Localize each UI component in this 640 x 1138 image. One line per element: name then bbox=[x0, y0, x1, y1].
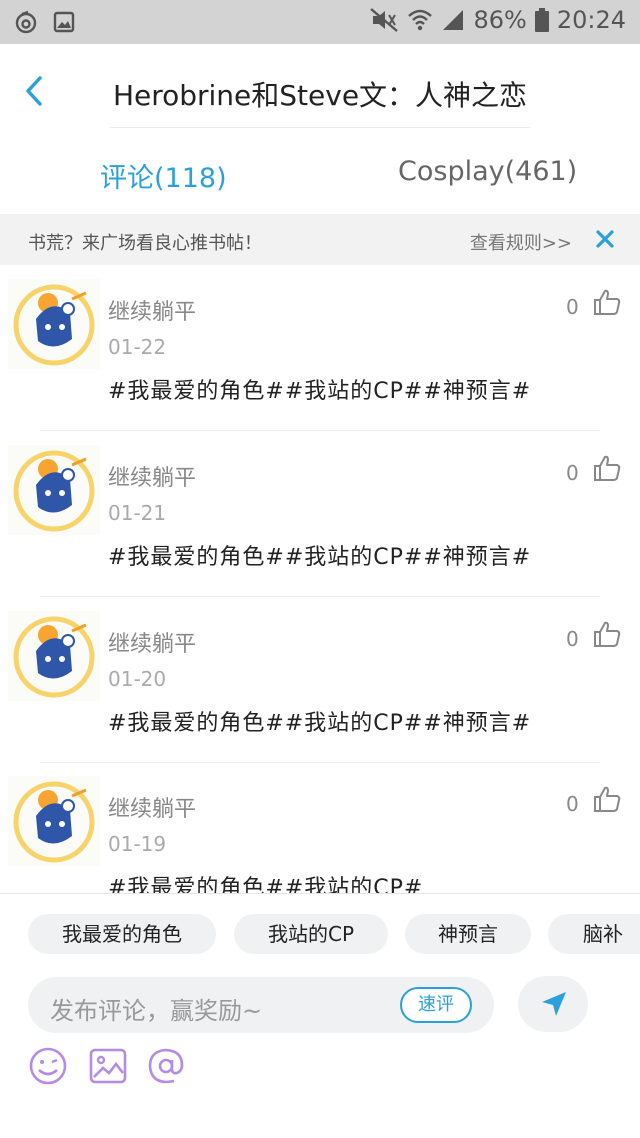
status-bar: 86% 20:24 bbox=[0, 0, 640, 44]
tab-bar: 评论(118) Cosplay(461) bbox=[0, 128, 640, 214]
avatar[interactable] bbox=[8, 445, 100, 535]
thumbs-up-icon[interactable] bbox=[592, 453, 622, 483]
mute-icon bbox=[370, 8, 399, 32]
avatar[interactable] bbox=[8, 279, 100, 369]
clock: 20:24 bbox=[556, 6, 626, 34]
comment-author[interactable]: 继续躺平 bbox=[108, 791, 196, 823]
thumbs-up-icon[interactable] bbox=[592, 619, 622, 649]
avatar[interactable] bbox=[8, 611, 100, 701]
like-count: 0 bbox=[566, 792, 579, 816]
send-icon bbox=[542, 992, 566, 1016]
comment-compose-panel: 我最爱的角色 我站的CP 神预言 脑补 发布评论，赢奖励~ 速评 bbox=[0, 893, 640, 1138]
comment-date: 01-22 bbox=[108, 335, 167, 359]
tag-chip[interactable]: 脑补 bbox=[548, 914, 640, 954]
comment-input[interactable]: 发布评论，赢奖励~ 速评 bbox=[28, 977, 494, 1033]
comment-item: 继续躺平 01-20 #我最爱的角色##我站的CP##神预言# 0 bbox=[0, 597, 640, 763]
comment-date: 01-19 bbox=[108, 832, 167, 856]
topic-tags: 我最爱的角色 我站的CP 神预言 脑补 bbox=[0, 914, 640, 956]
comment-author[interactable]: 继续躺平 bbox=[108, 460, 196, 492]
comment-text[interactable]: #我最爱的角色##我站的CP##神预言# bbox=[108, 539, 531, 571]
signal-icon bbox=[443, 10, 464, 30]
battery-icon bbox=[534, 8, 549, 32]
tab-comments[interactable]: 评论(118) bbox=[100, 156, 227, 195]
header: Herobrine和Steve文：人神之恋 bbox=[0, 44, 640, 128]
like-count: 0 bbox=[566, 295, 579, 319]
comment-date: 01-21 bbox=[108, 501, 167, 525]
notice-text[interactable]: 书荒？来广场看良心推书帖！ bbox=[28, 229, 262, 255]
at-icon[interactable] bbox=[146, 1046, 186, 1086]
emoji-icon[interactable] bbox=[28, 1046, 68, 1086]
avatar[interactable] bbox=[8, 776, 100, 866]
send-button[interactable] bbox=[518, 976, 588, 1032]
rules-link[interactable]: 查看规则>> bbox=[470, 229, 572, 255]
tab-cosplay[interactable]: Cosplay(461) bbox=[398, 156, 577, 187]
quick-comment-button[interactable]: 速评 bbox=[400, 987, 472, 1023]
battery-level: 86% bbox=[473, 6, 527, 34]
weibo-icon bbox=[15, 10, 37, 34]
image-icon[interactable] bbox=[88, 1046, 128, 1086]
tag-chip[interactable]: 神预言 bbox=[405, 914, 531, 954]
thumbs-up-icon[interactable] bbox=[592, 287, 622, 317]
comment-author[interactable]: 继续躺平 bbox=[108, 294, 196, 326]
close-icon[interactable] bbox=[594, 228, 616, 250]
tag-chip[interactable]: 我最爱的角色 bbox=[28, 914, 216, 954]
comment-text[interactable]: #我最爱的角色##我站的CP##神预言# bbox=[108, 705, 531, 737]
page-title: Herobrine和Steve文：人神之恋 bbox=[112, 79, 528, 112]
notice-banner: 书荒？来广场看良心推书帖！ 查看规则>> bbox=[0, 214, 640, 265]
like-count: 0 bbox=[566, 627, 579, 651]
gallery-icon bbox=[53, 11, 75, 33]
like-count: 0 bbox=[566, 461, 579, 485]
comment-date: 01-20 bbox=[108, 667, 167, 691]
wifi-icon bbox=[408, 9, 433, 31]
tag-chip[interactable]: 我站的CP bbox=[234, 914, 388, 954]
thumbs-up-icon[interactable] bbox=[592, 784, 622, 814]
comment-text[interactable]: #我最爱的角色##我站的CP##神预言# bbox=[108, 373, 531, 405]
comment-author[interactable]: 继续躺平 bbox=[108, 626, 196, 658]
comment-input-placeholder: 发布评论，赢奖励~ bbox=[50, 997, 263, 1025]
comment-item: 继续躺平 01-21 #我最爱的角色##我站的CP##神预言# 0 bbox=[0, 431, 640, 597]
comment-item: 继续躺平 01-22 #我最爱的角色##我站的CP##神预言# 0 bbox=[0, 265, 640, 431]
